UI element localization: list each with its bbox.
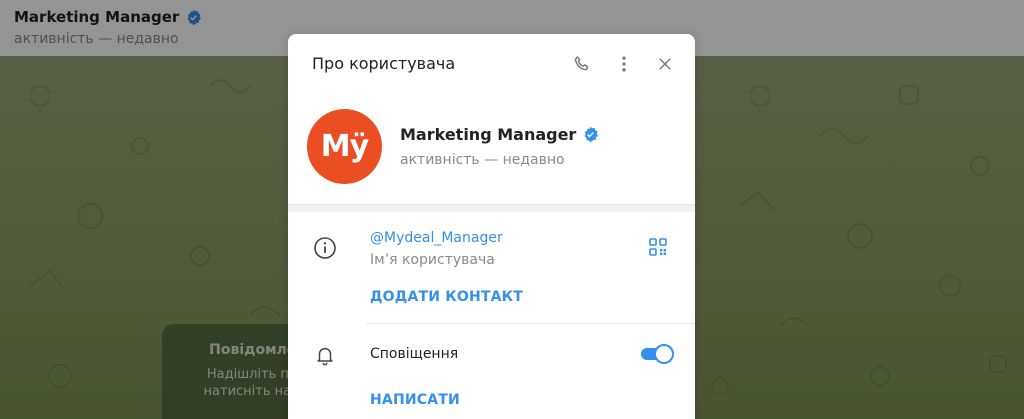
profile-name-text: Marketing Manager — [400, 125, 577, 144]
profile-status: активність — недавно — [400, 152, 565, 168]
more-button[interactable] — [612, 52, 636, 76]
close-icon — [659, 58, 671, 70]
notifications-toggle[interactable] — [641, 344, 674, 364]
profile-name: Marketing Manager — [400, 125, 599, 144]
call-button[interactable] — [570, 52, 594, 76]
info-icon — [314, 237, 336, 259]
bell-icon — [317, 347, 333, 366]
phone-icon — [574, 56, 589, 71]
close-button[interactable] — [653, 52, 677, 76]
username-label: Ім’я користувача — [370, 252, 495, 268]
write-message-button[interactable]: НАПИСАТИ — [370, 392, 460, 408]
user-info-modal: Про користувача Mÿ Marketing Manager акт… — [288, 34, 695, 419]
modal-title: Про користувача — [312, 54, 456, 73]
avatar[interactable]: Mÿ — [307, 109, 382, 184]
info-icon-wrap — [312, 235, 338, 261]
toggle-knob — [654, 344, 674, 364]
bell-icon-wrap — [312, 342, 338, 368]
notifications-label: Сповіщення — [370, 346, 459, 362]
qr-code-button[interactable] — [648, 237, 672, 261]
more-vertical-icon — [622, 56, 626, 72]
qr-code-icon — [649, 238, 667, 256]
section-separator — [288, 204, 695, 212]
avatar-initials: Mÿ — [320, 129, 369, 164]
row-divider — [366, 323, 695, 324]
username-link[interactable]: @Mydeal_Manager — [370, 230, 503, 246]
add-contact-button[interactable]: ДОДАТИ КОНТАКТ — [370, 289, 523, 305]
verified-badge-icon — [584, 126, 599, 143]
